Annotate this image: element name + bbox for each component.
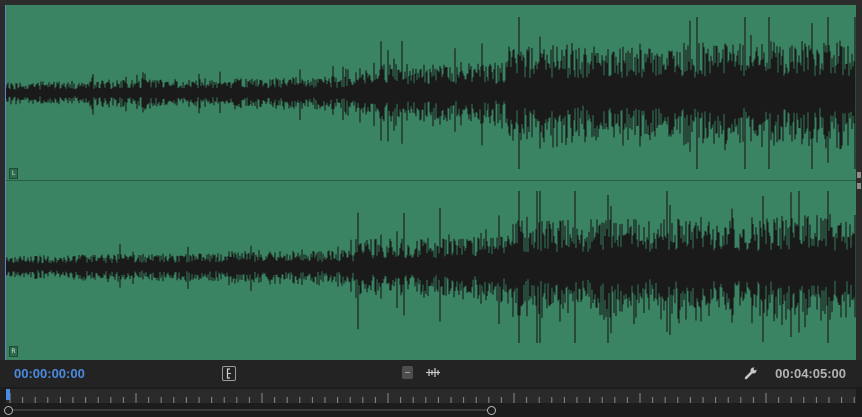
audio-source-monitor: L R 00:00:00:00 00:04:05:00 (0, 0, 862, 417)
mark-in-button[interactable] (222, 366, 236, 381)
channel-label-left: L (9, 168, 18, 179)
zoom-handle-left[interactable] (4, 406, 13, 415)
channel-right[interactable]: R (6, 181, 856, 357)
scroll-handle-lower[interactable] (857, 183, 861, 189)
playhead-marker[interactable] (6, 389, 10, 400)
duration-timecode: 00:04:05:00 (775, 366, 846, 381)
insert-icon (405, 372, 410, 373)
waveform-zoom-icon (426, 368, 440, 377)
zoom-handle-right[interactable] (486, 406, 496, 415)
ruler-ticks (9, 393, 855, 403)
waveform-right (6, 191, 856, 343)
zoom-track (10, 409, 490, 411)
time-ruler-area (0, 387, 862, 417)
waveform-left (6, 17, 856, 169)
time-ruler[interactable] (6, 389, 856, 403)
insert-button[interactable] (402, 366, 413, 379)
bracket-icon (226, 368, 231, 379)
waveform-path (6, 17, 856, 169)
waveform-display[interactable]: L R (6, 5, 856, 360)
channel-left[interactable]: L (6, 5, 856, 180)
waveform-path (6, 191, 856, 343)
zoom-scroll-bar[interactable] (4, 406, 856, 415)
wrench-icon (744, 367, 757, 379)
scroll-handle-upper[interactable] (857, 172, 861, 178)
transport-bar: 00:00:00:00 00:04:05:00 (0, 360, 862, 387)
vertical-scrollbar[interactable] (856, 5, 862, 360)
waveform-zoom-button[interactable] (425, 366, 441, 379)
current-timecode[interactable]: 00:00:00:00 (14, 366, 85, 381)
settings-button[interactable] (744, 366, 758, 379)
channel-label-right: R (9, 346, 18, 357)
